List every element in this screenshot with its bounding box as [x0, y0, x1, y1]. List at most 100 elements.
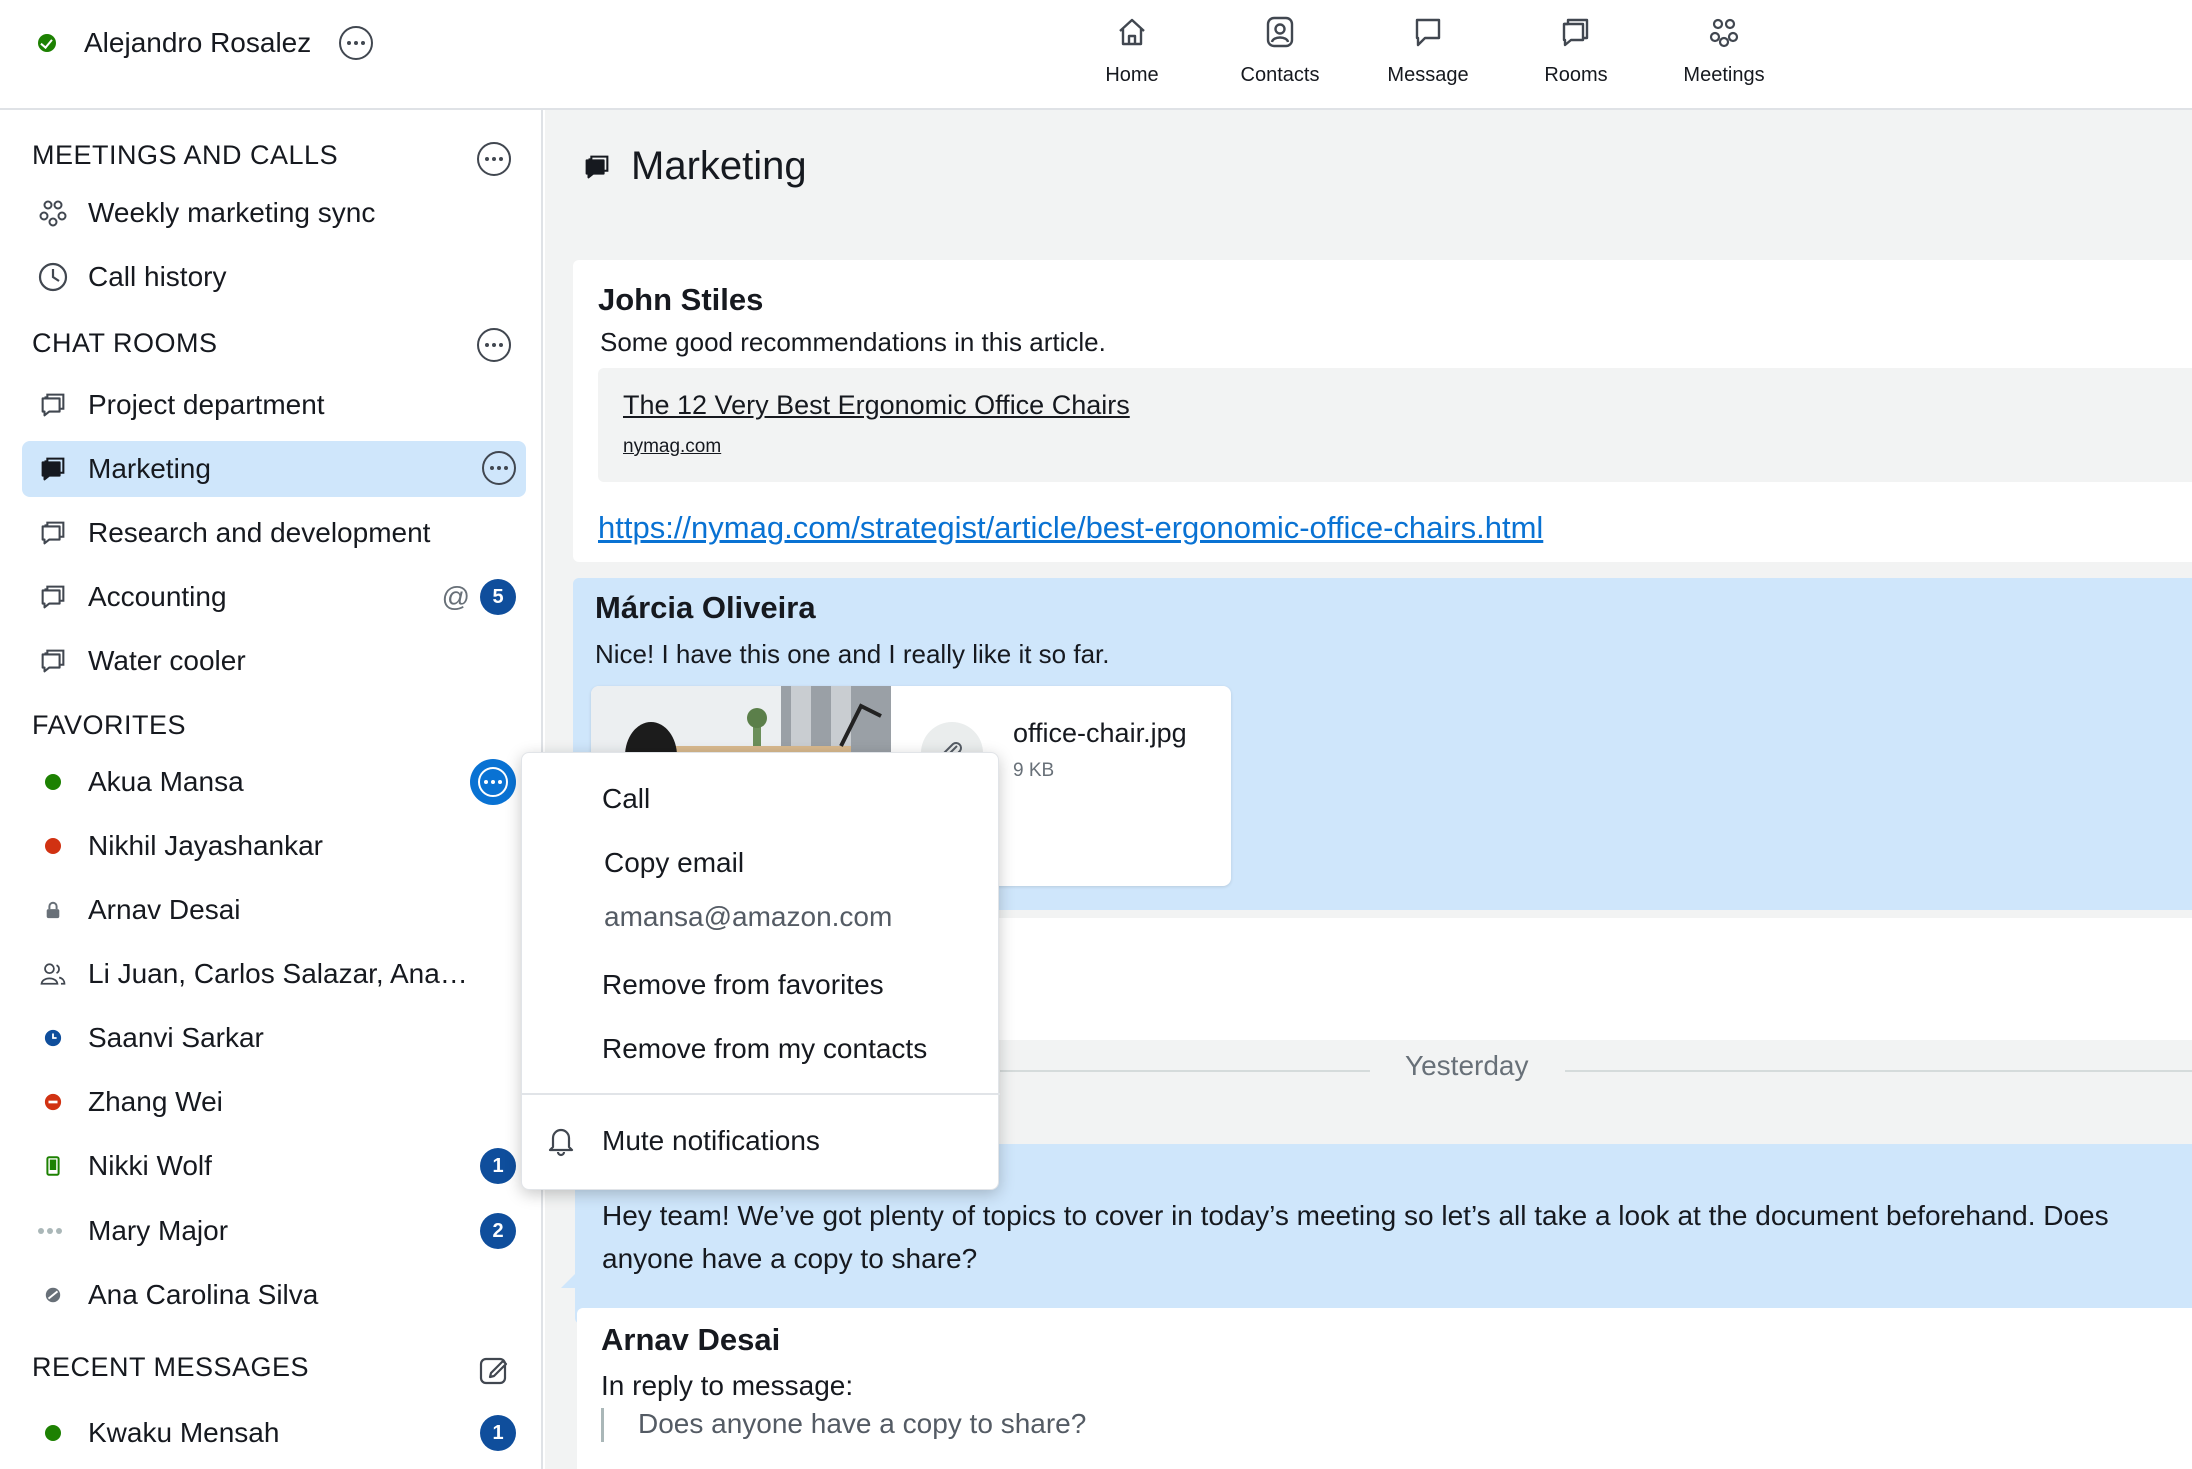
chat-room-icon [36, 388, 70, 422]
message-sender: John Stiles [598, 282, 764, 317]
sidebar-item-label: Akua Mansa [88, 766, 244, 797]
sidebar-item-label: Li Juan, Carlos Salazar, Ana… [88, 958, 468, 989]
message-link[interactable]: https://nymag.com/strategist/article/bes… [598, 510, 1543, 546]
room-title: Marketing [631, 144, 807, 188]
sidebar-item-label: Mary Major [88, 1215, 229, 1246]
attachment-size: 9 KB [1013, 760, 1055, 781]
sidebar-item-research-and-development[interactable]: Research and development [22, 505, 526, 561]
sidebar-item-label: Nikhil Jayashankar [88, 830, 323, 861]
sidebar-item-label: Nikki Wolf [88, 1150, 212, 1181]
message-text: Nice! I have this one and I really like … [595, 639, 1110, 669]
link-preview[interactable]: The 12 Very Best Ergonomic Office Chairs… [598, 368, 2192, 482]
message-arnav-desai: Arnav Desai In reply to message: Does an… [577, 1308, 2192, 1469]
offline-status-icon [36, 1214, 70, 1248]
sidebar-item-nikki-wolf[interactable]: Nikki Wolf 1 [22, 1138, 526, 1194]
nav-rooms[interactable]: Rooms [1502, 0, 1650, 110]
sidebar-item-weekly-marketing-sync[interactable]: Weekly marketing sync [22, 185, 526, 241]
section-title-chat-rooms: CHAT ROOMS [32, 328, 218, 358]
unread-badge: 1 [480, 1148, 516, 1184]
available-status-icon [36, 765, 70, 799]
sidebar-item-zhang-wei[interactable]: Zhang Wei [22, 1074, 526, 1130]
sidebar-item-mary-major[interactable]: Mary Major 2 [22, 1203, 526, 1259]
meetings-more-button[interactable] [477, 142, 511, 176]
menu-item-remove-favorites[interactable]: Remove from favorites [602, 969, 884, 1001]
quoted-message[interactable]: Does anyone have a copy to share? [601, 1408, 1086, 1442]
sidebar-item-label: Weekly marketing sync [88, 197, 376, 228]
chat-room-filled-icon [36, 452, 70, 486]
akua-more-button[interactable] [470, 759, 516, 805]
date-divider: Yesterday [1000, 1050, 2192, 1081]
sidebar-item-nikhil-jayashankar[interactable]: Nikhil Jayashankar [22, 818, 526, 874]
clock-icon [36, 260, 70, 294]
sidebar-item-arnav-desai[interactable]: Arnav Desai [22, 882, 526, 938]
meeting-icon [36, 196, 70, 230]
rooms-icon [1562, 18, 1589, 47]
mobile-status-icon [36, 1149, 70, 1183]
user-name: Alejandro Rosalez [84, 27, 312, 58]
sidebar-item-label: Project department [88, 389, 325, 420]
chat-rooms-more-button[interactable] [477, 328, 511, 362]
sidebar-item-label: Call history [88, 261, 227, 292]
busy-status-icon [36, 829, 70, 863]
do-not-disturb-icon [36, 1085, 70, 1119]
compose-icon[interactable] [477, 1353, 511, 1392]
menu-separator [522, 1093, 1000, 1095]
sidebar-item-saanvi-sarkar[interactable]: Saanvi Sarkar [22, 1010, 526, 1066]
chat-room-icon [36, 516, 70, 550]
sidebar-item-label: Zhang Wei [88, 1086, 223, 1117]
message-text: Some good recommendations in this articl… [600, 327, 1106, 357]
sidebar-item-label: Arnav Desai [88, 894, 241, 925]
sidebar-item-group-chat[interactable]: Li Juan, Carlos Salazar, Ana… [22, 946, 526, 1002]
sidebar-item-akua-mansa[interactable]: Akua Mansa [22, 754, 526, 810]
nav-meetings[interactable]: Meetings [1650, 0, 1798, 110]
chat-room-icon [36, 644, 70, 678]
sidebar-item-ana-carolina-silva[interactable]: Ana Carolina Silva [22, 1267, 526, 1323]
user-header: Alejandro Rosalez [38, 26, 374, 60]
link-preview-title[interactable]: The 12 Very Best Ergonomic Office Chairs [623, 390, 1130, 421]
section-title-meetings: MEETINGS AND CALLS [32, 140, 339, 170]
sidebar-item-accounting[interactable]: Accounting @ 5 [22, 569, 526, 625]
available-status-icon [38, 34, 56, 52]
sidebar-item-marketing[interactable]: Marketing [22, 441, 526, 497]
menu-item-remove-contacts[interactable]: Remove from my contacts [602, 1033, 927, 1065]
sidebar-item-label: Ana Carolina Silva [88, 1279, 319, 1310]
link-preview-domain[interactable]: nymag.com [623, 436, 721, 458]
sidebar-item-call-history[interactable]: Call history [22, 249, 526, 305]
reply-label: In reply to message: [601, 1370, 854, 1401]
contacts-icon [1266, 16, 1294, 48]
invisible-status-icon [36, 1278, 70, 1312]
sidebar: MEETINGS AND CALLS Weekly marketing sync… [0, 110, 543, 1469]
available-status-icon [36, 1416, 70, 1450]
main-nav: Home Contacts Message Rooms Meetings [1058, 0, 1798, 110]
marketing-more-button[interactable] [482, 451, 516, 485]
message-text: Hey team! We’ve got plenty of topics to … [602, 1200, 2109, 1275]
lock-icon [36, 893, 70, 927]
menu-item-call[interactable]: Call [602, 783, 650, 815]
nav-home-label: Home [1105, 64, 1159, 86]
nav-message-label: Message [1387, 64, 1469, 86]
message-sender: Márcia Oliveira [595, 590, 816, 625]
section-title-favorites: FAVORITES [32, 710, 187, 740]
attachment-name[interactable]: office-chair.jpg [1013, 718, 1187, 749]
sidebar-item-kwaku-mensah[interactable]: Kwaku Mensah 1 [22, 1405, 526, 1461]
chat-room-icon [36, 580, 70, 614]
nav-home[interactable]: Home [1058, 0, 1206, 110]
menu-item-copy-email[interactable]: Copy email [604, 847, 744, 879]
bell-icon [544, 1123, 578, 1162]
sidebar-item-label: Saanvi Sarkar [88, 1022, 264, 1053]
nav-rooms-label: Rooms [1544, 64, 1608, 86]
nav-message[interactable]: Message [1354, 0, 1502, 110]
message-icon [1415, 18, 1441, 47]
sidebar-item-label: Accounting [88, 581, 227, 612]
menu-email-value: amansa@amazon.com [604, 901, 893, 932]
sidebar-item-project-department[interactable]: Project department [22, 377, 526, 433]
sidebar-item-water-cooler[interactable]: Water cooler [22, 633, 526, 689]
user-more-button[interactable] [339, 26, 374, 60]
message-john-stiles: John Stiles Some good recommendations in… [573, 260, 2192, 562]
sidebar-item-label: Research and development [88, 517, 431, 548]
date-divider-label: Yesterday [1405, 1050, 1529, 1081]
sidebar-item-label: Marketing [88, 453, 211, 484]
sidebar-item-label: Water cooler [88, 645, 246, 676]
nav-contacts[interactable]: Contacts [1206, 0, 1354, 110]
menu-item-mute-notifications[interactable]: Mute notifications [602, 1125, 820, 1157]
